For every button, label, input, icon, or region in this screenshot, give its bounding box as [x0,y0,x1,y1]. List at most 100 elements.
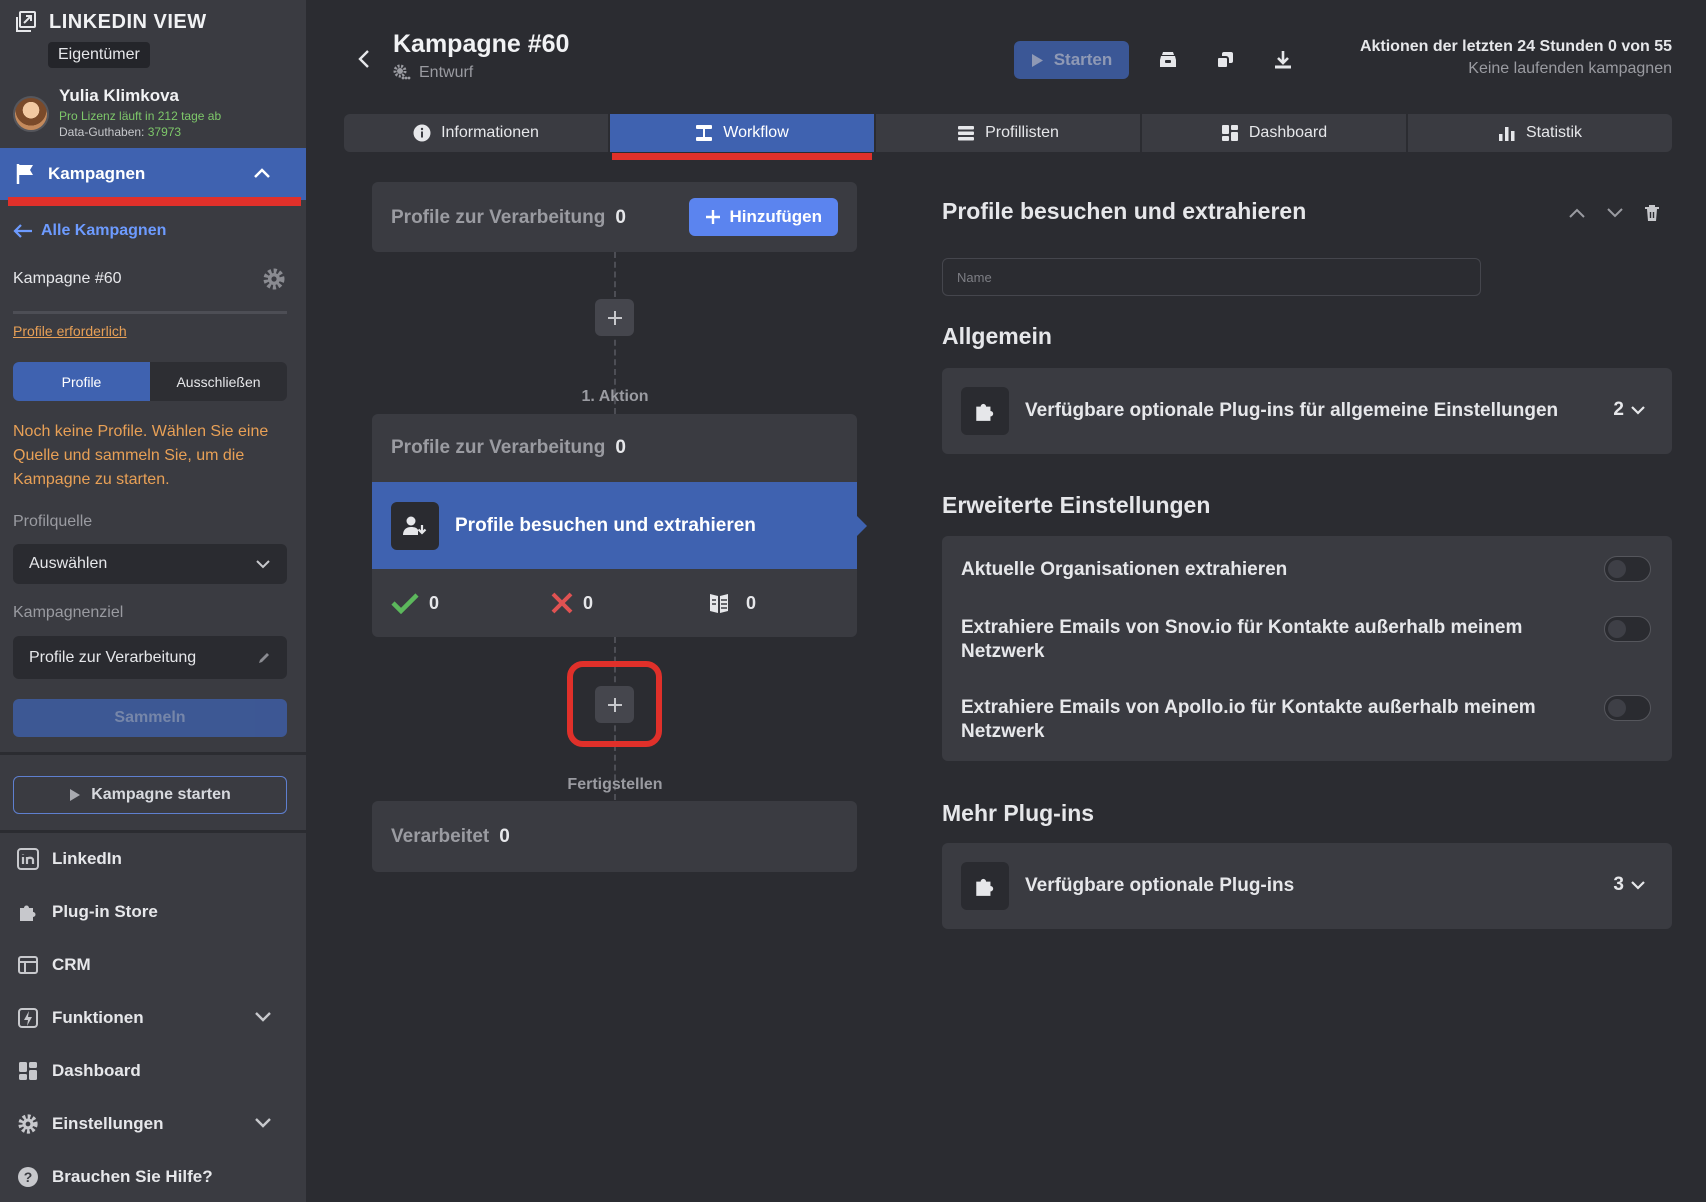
action-visit-extract[interactable]: Profile besuchen und extrahieren [372,482,867,569]
action-stats: 0 0 0 [391,569,857,637]
archive-icon [1160,52,1176,67]
step-label-action-1: 1. Aktion [581,388,649,405]
license-status: Pro Lizenz läuft in 212 tage ab [59,109,222,123]
tab-dashboard[interactable]: Dashboard [1142,114,1408,152]
action-card-label: Profile zur Verarbeitung [391,437,606,458]
actions-24h: Aktionen der letzten 24 Stunden 0 von 55 [1359,38,1672,55]
user-name: Yulia Klimkova [59,86,179,105]
toggle-snov-emails[interactable] [1604,616,1651,642]
plus-icon [706,210,721,224]
tab-statistik[interactable]: Statistik [1408,114,1672,152]
section-more-plugins-title: Mehr Plug-ins [942,800,1095,826]
goal-label: Kampagnenziel [13,604,124,621]
menu-item-crm[interactable]: CRM [0,938,306,991]
action-card[interactable]: Profile zur Verarbeitung 0 Profile besuch… [372,414,867,637]
start-campaign-button[interactable]: Kampagne starten [13,776,287,814]
chevron-up-icon[interactable] [252,163,272,183]
success-stat: 0 [391,592,551,614]
main-menu: LinkedIn Plug-in Store CRM Funktionen Da… [0,832,306,1202]
toggle-apollo-emails[interactable] [1604,695,1651,721]
more-plugins-count[interactable]: 3 [1613,874,1646,896]
sidebar: LINKEDIN VIEW Eigentümer Yulia Klimkova … [0,0,306,1202]
tab-bar: Informationen Workflow Profillisten Dash… [344,114,1672,160]
puzzle-icon [961,387,1009,435]
section-general-title: Allgemein [942,323,1052,349]
more-plugins-panel[interactable]: Verfügbare optionale Plug-ins 3 [942,843,1672,929]
divider [13,311,287,314]
option-snov-emails: Extrahiere Emails von Snov.io für Kontak… [942,616,1672,664]
panel-controls [1568,204,1660,222]
goal-field[interactable]: Profile zur Verarbeitung [13,636,287,679]
download-icon [1275,51,1291,69]
archive-button[interactable] [1156,48,1180,72]
play-icon [70,789,81,801]
user-card[interactable]: Yulia Klimkova Pro Lizenz läuft in 212 t… [13,86,221,139]
nav-kampagnen-label: Kampagnen [48,164,146,183]
running-campaigns: Keine laufenden kampagnen [1468,60,1672,77]
menu-item-funktionen[interactable]: Funktionen [0,991,306,1044]
avatar [13,96,49,132]
all-campaigns-link[interactable]: Alle Kampagnen [13,222,166,240]
done-card: Verarbeitet 0 [372,801,857,872]
chevron-down-icon[interactable] [254,1116,272,1130]
tab-informationen[interactable]: Informationen [344,114,610,152]
duplicate-button[interactable] [1213,48,1237,72]
option-current-orgs: Aktuelle Organisationen extrahieren [942,556,1672,582]
source-card-label: Profile zur Verarbeitung [391,207,606,228]
gear-icon[interactable] [262,267,286,291]
menu-item-help[interactable]: ? Brauchen Sie Hilfe? [0,1150,306,1202]
campaign-name: Kampagne #60 [13,270,122,287]
done-card-label: Verarbeitet [391,826,490,847]
source-card-count: 0 [615,207,626,228]
bolt-icon [18,1007,38,1028]
toggle-current-orgs[interactable] [1604,556,1651,582]
segment-exclude[interactable]: Ausschließen [150,362,287,401]
data-credit-value: 37973 [147,125,182,139]
chevron-down-icon[interactable] [1606,206,1624,220]
chevron-down-icon [1631,881,1645,890]
menu-item-linkedin[interactable]: LinkedIn [0,832,306,885]
nav-kampagnen[interactable]: Kampagnen [0,148,306,200]
puzzle-icon [961,862,1009,910]
profiles-required-link[interactable]: Profile erforderlich [13,323,127,339]
dashboard-icon [1221,125,1238,141]
flag-icon [16,164,33,184]
no-profiles-hint: Noch keine Profile. Wählen Sie eine Quel… [13,423,269,488]
action-card-count: 0 [615,437,626,458]
puzzle-icon [20,905,36,921]
svg-text:?: ? [24,1169,33,1185]
tab-profillisten[interactable]: Profillisten [876,114,1142,152]
profile-segment-control: Profile Ausschließen [13,362,287,401]
general-plugins-panel[interactable]: Verfügbare optionale Plug-ins für allgem… [942,368,1672,454]
back-chevron-icon[interactable] [356,48,372,70]
step-name-input[interactable] [942,258,1481,296]
more-plugins-label: Verfügbare optionale Plug-ins [1025,875,1295,896]
crm-icon [18,955,38,974]
chevron-up-icon[interactable] [1568,206,1586,220]
source-select[interactable]: Auswählen [13,544,287,584]
menu-item-einstellungen[interactable]: Einstellungen [0,1097,306,1150]
source-card: Profile zur Verarbeitung 0 Hinzufügen [372,182,857,252]
trash-icon[interactable] [1644,204,1660,222]
help-icon: ? [18,1166,38,1187]
general-plugins-count[interactable]: 2 [1613,399,1646,421]
pencil-icon[interactable] [257,651,271,665]
start-button[interactable]: Starten [1014,41,1129,79]
x-icon [551,592,573,614]
skipped-icon [710,594,728,613]
tab-workflow[interactable]: Workflow [610,114,876,160]
data-credit: Data-Guthaben: 37973 [59,125,182,139]
copy-icon [1216,52,1233,69]
linkedin-icon [17,847,39,870]
menu-item-plugin-store[interactable]: Plug-in Store [0,885,306,938]
add-step-highlight [567,661,662,747]
chevron-down-icon[interactable] [254,1010,272,1024]
download-button[interactable] [1271,48,1295,72]
owner-badge: Eigentümer [48,42,150,68]
menu-item-dashboard[interactable]: Dashboard [0,1044,306,1097]
add-step-button-top[interactable] [595,299,634,336]
add-profiles-button[interactable]: Hinzufügen [689,198,838,236]
collect-button[interactable]: Sammeln [13,699,287,737]
section-advanced-title: Erweiterte Einstellungen [942,492,1211,518]
segment-profiles[interactable]: Profile [13,362,150,401]
